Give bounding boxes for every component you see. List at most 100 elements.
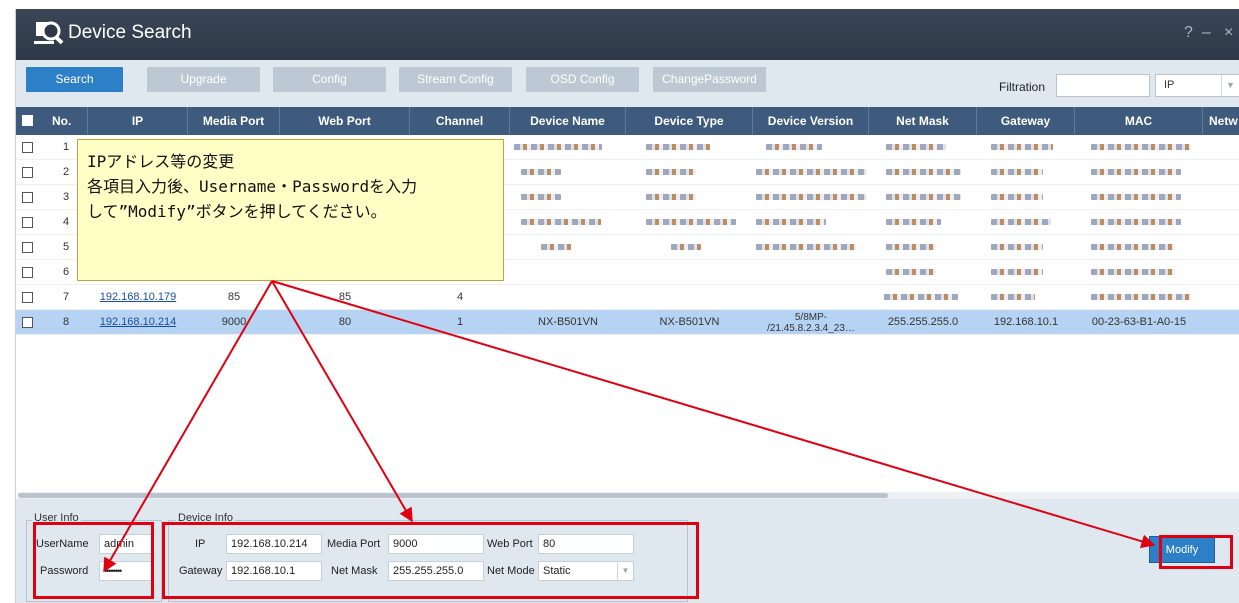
upgrade-button[interactable]: Upgrade <box>147 67 260 92</box>
search-button[interactable]: Search <box>26 67 123 92</box>
row-web-port: 85 <box>338 291 352 303</box>
window-title: Device Search <box>68 22 192 43</box>
row-checkbox[interactable] <box>22 142 33 153</box>
row-ip-link[interactable]: 192.168.10.214 <box>88 310 188 335</box>
row-checkbox[interactable] <box>22 167 33 178</box>
table-row[interactable]: 7 192.168.10.179 85 85 4 <box>16 285 1239 310</box>
row-channel: 4 <box>456 291 464 303</box>
minimize-icon[interactable]: – <box>1202 24 1211 42</box>
callout-line-2: 各項目入力後、Username・Passwordを入力 <box>87 177 418 196</box>
row-checkbox[interactable] <box>22 317 33 328</box>
row-device-version: 5/8MP- /21.45.8.2.3.4_23… <box>753 310 869 335</box>
blurred-cell <box>1091 244 1175 250</box>
col-channel[interactable]: Channel <box>410 107 510 135</box>
blurred-cell <box>991 219 1051 225</box>
blurred-cell <box>756 219 826 225</box>
blurred-cell <box>884 294 958 300</box>
row-checkbox[interactable] <box>22 267 33 278</box>
col-device-type[interactable]: Device Type <box>626 107 753 135</box>
scrollbar-thumb[interactable] <box>18 493 888 498</box>
row-no: 5 <box>62 241 70 253</box>
row-media-port: 85 <box>227 291 241 303</box>
blurred-cell <box>1091 169 1181 175</box>
blurred-cell <box>756 244 856 250</box>
row-mac: 00-23-63-B1-A0-15 <box>1091 316 1187 328</box>
row-checkbox[interactable] <box>22 292 33 303</box>
col-network[interactable]: Netw <box>1203 107 1239 135</box>
blurred-cell <box>521 169 561 175</box>
blurred-cell <box>514 144 602 150</box>
row-no: 3 <box>62 191 70 203</box>
col-ip[interactable]: IP <box>88 107 188 135</box>
row-gateway: 192.168.10.1 <box>993 316 1059 328</box>
device-info-highlight-box <box>162 522 699 599</box>
row-no: 1 <box>62 141 70 153</box>
blurred-cell <box>1091 269 1175 275</box>
blurred-cell <box>991 194 1043 200</box>
filter-type-select[interactable]: IP ▼ <box>1155 74 1239 97</box>
horizontal-scrollbar[interactable] <box>18 492 1239 499</box>
row-no: 2 <box>62 166 70 178</box>
blurred-cell <box>756 169 866 175</box>
callout-line-3: して”Modify”ボタンを押してください。 <box>87 202 387 221</box>
col-no[interactable]: No. <box>38 107 88 135</box>
col-media-port[interactable]: Media Port <box>188 107 280 135</box>
row-channel: 1 <box>456 316 464 328</box>
col-device-name[interactable]: Device Name <box>510 107 626 135</box>
blurred-cell <box>886 169 961 175</box>
select-all-checkbox[interactable] <box>22 115 33 126</box>
row-no: 7 <box>62 291 70 303</box>
title-bar: Device Search ? – × <box>16 9 1239 60</box>
instruction-callout: IPアドレス等の変更 各項目入力後、Username・Passwordを入力 し… <box>77 139 504 281</box>
device-version-line1: 5/8MP- <box>794 312 828 323</box>
blurred-cell <box>886 269 936 275</box>
row-ip-link[interactable]: 192.168.10.179 <box>88 285 188 310</box>
blurred-cell <box>646 169 696 175</box>
blurred-cell <box>646 144 710 150</box>
osd-config-button[interactable]: OSD Config <box>526 67 639 92</box>
change-password-button[interactable]: ChangePassword <box>653 67 766 92</box>
row-net-mask: 255.255.255.0 <box>887 316 959 328</box>
chevron-down-icon: ▼ <box>1221 75 1239 96</box>
filtration-input[interactable] <box>1056 74 1150 97</box>
close-icon[interactable]: × <box>1224 24 1233 42</box>
config-button[interactable]: Config <box>273 67 386 92</box>
device-search-window: Device Search ? – × Search Upgrade Confi… <box>15 9 1239 603</box>
row-no: 6 <box>62 266 70 278</box>
row-checkbox[interactable] <box>22 217 33 228</box>
row-no: 8 <box>62 316 70 328</box>
col-mac[interactable]: MAC <box>1075 107 1203 135</box>
blurred-cell <box>766 144 822 150</box>
col-gateway[interactable]: Gateway <box>977 107 1075 135</box>
blurred-cell <box>1091 294 1191 300</box>
row-checkbox[interactable] <box>22 192 33 203</box>
table-row-selected[interactable]: 8 192.168.10.214 9000 80 1 NX-B501VN NX-… <box>16 310 1239 335</box>
blurred-cell <box>756 194 866 200</box>
blurred-cell <box>646 194 696 200</box>
stream-config-button[interactable]: Stream Config <box>399 67 512 92</box>
blurred-cell <box>1091 194 1181 200</box>
filtration-label: Filtration <box>999 80 1046 94</box>
modify-highlight-box <box>1159 535 1233 569</box>
blurred-cell <box>1091 219 1181 225</box>
help-icon[interactable]: ? <box>1184 24 1193 42</box>
blurred-cell <box>886 194 961 200</box>
col-web-port[interactable]: Web Port <box>280 107 410 135</box>
col-net-mask[interactable]: Net Mask <box>869 107 977 135</box>
row-checkbox[interactable] <box>22 242 33 253</box>
blurred-cell <box>671 244 701 250</box>
blurred-cell <box>886 219 941 225</box>
toolbar: Search Upgrade Config Stream Config OSD … <box>16 60 1239 107</box>
blurred-cell <box>646 219 736 225</box>
col-device-version[interactable]: Device Version <box>753 107 869 135</box>
device-version-line2: /21.45.8.2.3.4_23… <box>767 323 855 334</box>
blurred-cell <box>991 144 1053 150</box>
blurred-cell <box>991 269 1043 275</box>
row-device-name: NX-B501VN <box>538 316 598 328</box>
row-media-port: 9000 <box>221 316 247 328</box>
table-header: No. IP Media Port Web Port Channel Devic… <box>16 107 1239 135</box>
blurred-cell <box>991 244 1043 250</box>
callout-line-1: IPアドレス等の変更 <box>87 152 235 171</box>
device-search-logo-icon <box>34 21 64 45</box>
blurred-cell <box>886 144 946 150</box>
